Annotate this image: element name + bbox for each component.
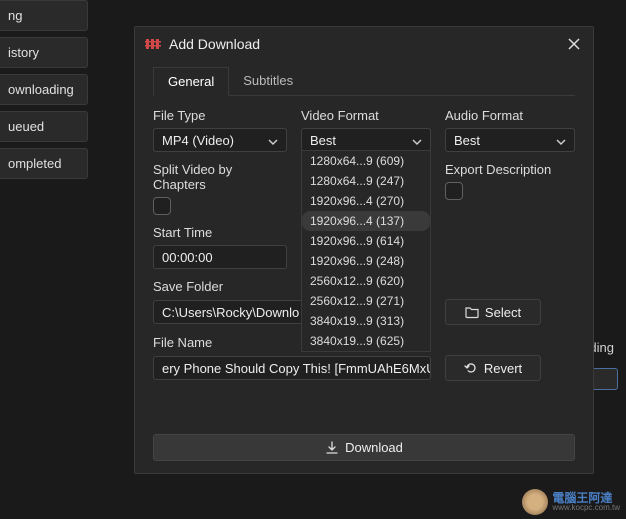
start-time-label: Start Time bbox=[153, 225, 287, 240]
audio-format-label: Audio Format bbox=[445, 108, 575, 123]
video-format-option[interactable]: 1920x96...4 (270) bbox=[302, 191, 430, 211]
select-folder-button[interactable]: Select bbox=[445, 299, 541, 325]
audio-format-select[interactable]: Best bbox=[445, 128, 575, 152]
video-format-option[interactable]: 3840x19...9 (625) bbox=[302, 331, 430, 351]
video-format-option[interactable]: 1280x64...9 (609) bbox=[302, 151, 430, 171]
chevron-down-icon bbox=[268, 135, 278, 145]
close-icon bbox=[568, 38, 580, 50]
download-button[interactable]: Download bbox=[153, 434, 575, 461]
add-download-dialog: Add Download General Subtitles File Type… bbox=[134, 26, 594, 474]
chevron-down-icon bbox=[412, 135, 422, 145]
sidebar-item[interactable]: ng bbox=[0, 0, 88, 31]
watermark: 電腦王阿達 www.kocpc.com.tw bbox=[522, 489, 620, 515]
sidebar: ng istory ownloading ueued ompleted bbox=[0, 0, 88, 519]
split-chapters-checkbox[interactable] bbox=[153, 197, 171, 215]
video-format-select[interactable]: Best bbox=[301, 128, 431, 152]
revert-icon bbox=[464, 361, 478, 375]
tabs: General Subtitles bbox=[153, 67, 575, 96]
download-icon bbox=[325, 441, 339, 455]
titlebar: Add Download bbox=[135, 27, 593, 61]
sidebar-item[interactable]: ueued bbox=[0, 111, 88, 142]
split-chapters-label: Split Video by Chapters bbox=[153, 162, 287, 192]
revert-button[interactable]: Revert bbox=[445, 355, 541, 381]
start-time-input[interactable]: 00:00:00 bbox=[153, 245, 287, 269]
dialog-title: Add Download bbox=[169, 36, 565, 52]
export-desc-label: Export Description bbox=[445, 162, 575, 177]
video-format-option[interactable]: 1920x96...9 (248) bbox=[302, 251, 430, 271]
video-format-option[interactable]: 1920x96...9 (614) bbox=[302, 231, 430, 251]
video-format-label: Video Format bbox=[301, 108, 431, 123]
file-type-select[interactable]: MP4 (Video) bbox=[153, 128, 287, 152]
sidebar-item[interactable]: istory bbox=[0, 37, 88, 68]
tab-subtitles[interactable]: Subtitles bbox=[229, 67, 307, 95]
app-icon bbox=[145, 36, 161, 52]
tab-general[interactable]: General bbox=[153, 67, 229, 96]
watermark-icon bbox=[522, 489, 548, 515]
chevron-down-icon bbox=[556, 135, 566, 145]
close-button[interactable] bbox=[565, 35, 583, 53]
video-format-option[interactable]: 2560x12...9 (620) bbox=[302, 271, 430, 291]
sidebar-item[interactable]: ompleted bbox=[0, 148, 88, 179]
file-type-label: File Type bbox=[153, 108, 287, 123]
sidebar-item[interactable]: ownloading bbox=[0, 74, 88, 105]
video-format-option[interactable]: 3840x19...9 (313) bbox=[302, 311, 430, 331]
video-format-dropdown: 1280x64...9 (609)1280x64...9 (247)1920x9… bbox=[301, 150, 431, 352]
export-desc-checkbox[interactable] bbox=[445, 182, 463, 200]
video-format-option[interactable]: 1280x64...9 (247) bbox=[302, 171, 430, 191]
file-name-input[interactable]: ery Phone Should Copy This! [FmmUAhE6MxU… bbox=[153, 356, 431, 380]
video-format-option[interactable]: 1920x96...4 (137) bbox=[302, 211, 430, 231]
video-format-option[interactable]: 2560x12...9 (271) bbox=[302, 291, 430, 311]
folder-icon bbox=[465, 305, 479, 319]
